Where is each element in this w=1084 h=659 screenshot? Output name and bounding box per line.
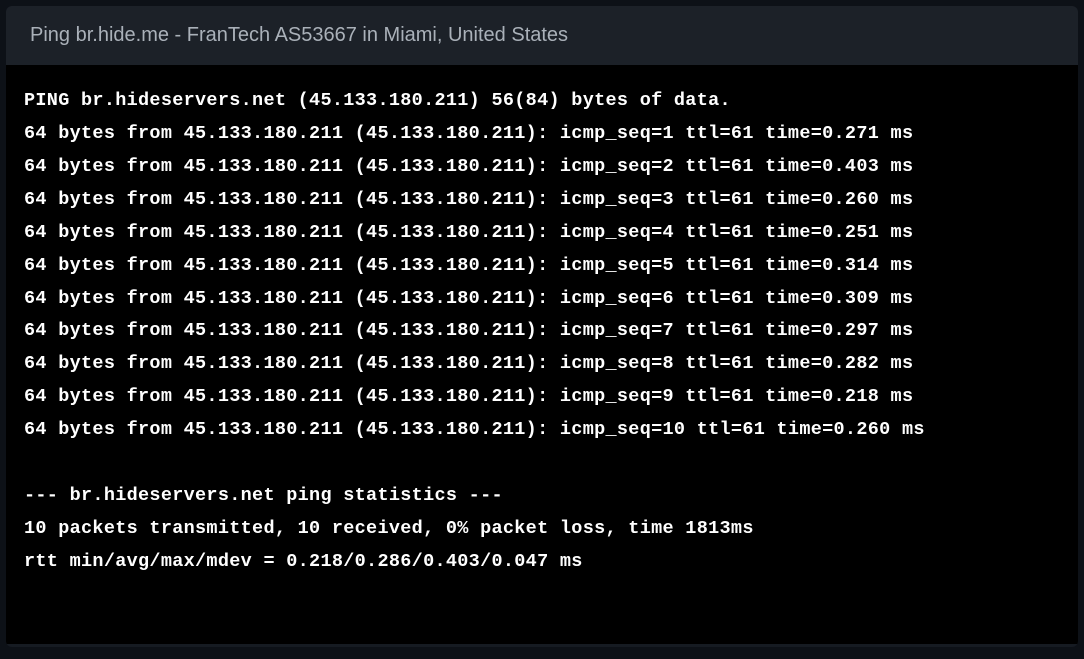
stats-summary-line: 10 packets transmitted, 10 received, 0% … xyxy=(24,513,1060,546)
ping-reply-line: 64 bytes from 45.133.180.211 (45.133.180… xyxy=(24,348,1060,381)
panel-header: Ping br.hide.me - FranTech AS53667 in Mi… xyxy=(6,6,1078,65)
ping-header-line: PING br.hideservers.net (45.133.180.211)… xyxy=(24,85,1060,118)
terminal-output: PING br.hideservers.net (45.133.180.211)… xyxy=(6,65,1078,644)
blank-line xyxy=(24,447,1060,480)
ping-reply-line: 64 bytes from 45.133.180.211 (45.133.180… xyxy=(24,414,1060,447)
ping-panel: Ping br.hide.me - FranTech AS53667 in Mi… xyxy=(6,6,1078,647)
ping-reply-line: 64 bytes from 45.133.180.211 (45.133.180… xyxy=(24,184,1060,217)
ping-reply-line: 64 bytes from 45.133.180.211 (45.133.180… xyxy=(24,151,1060,184)
ping-reply-line: 64 bytes from 45.133.180.211 (45.133.180… xyxy=(24,250,1060,283)
ping-reply-line: 64 bytes from 45.133.180.211 (45.133.180… xyxy=(24,118,1060,151)
ping-reply-line: 64 bytes from 45.133.180.211 (45.133.180… xyxy=(24,217,1060,250)
ping-reply-line: 64 bytes from 45.133.180.211 (45.133.180… xyxy=(24,381,1060,414)
ping-replies: 64 bytes from 45.133.180.211 (45.133.180… xyxy=(24,118,1060,447)
stats-header-line: --- br.hideservers.net ping statistics -… xyxy=(24,480,1060,513)
ping-reply-line: 64 bytes from 45.133.180.211 (45.133.180… xyxy=(24,315,1060,348)
ping-reply-line: 64 bytes from 45.133.180.211 (45.133.180… xyxy=(24,283,1060,316)
panel-title: Ping br.hide.me - FranTech AS53667 in Mi… xyxy=(30,24,568,46)
stats-rtt-line: rtt min/avg/max/mdev = 0.218/0.286/0.403… xyxy=(24,546,1060,579)
